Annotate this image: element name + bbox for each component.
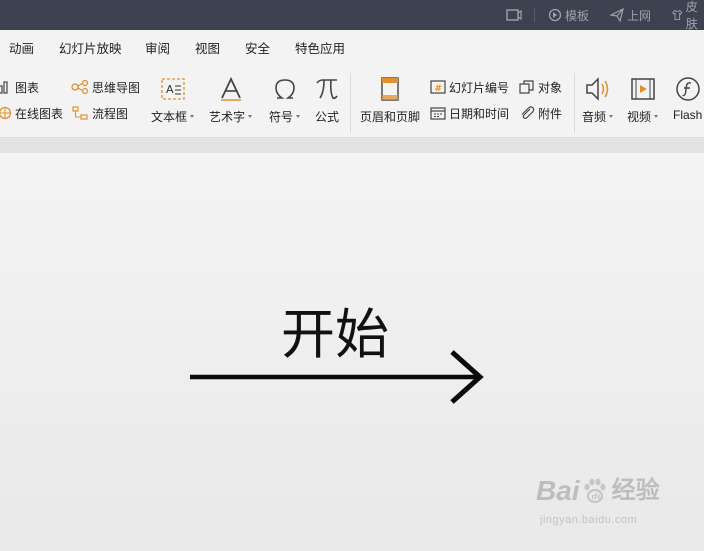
flash-button[interactable]: Flash: [673, 74, 702, 122]
tab-review[interactable]: 审阅: [145, 30, 170, 68]
ribbon-bottom-gap: [0, 139, 704, 153]
flash-label: Flash: [673, 108, 703, 122]
mindmap-label: 思维导图: [92, 80, 141, 95]
flowchart-button[interactable]: 流程图: [71, 103, 128, 123]
slide-number-icon: #: [430, 80, 446, 94]
ribbon-divider: [574, 73, 575, 133]
object-label: 对象: [538, 80, 563, 95]
upload-button[interactable]: 上网: [610, 0, 651, 30]
svg-text:#: #: [435, 84, 443, 94]
formula-label: 公式: [314, 110, 339, 124]
object-button[interactable]: 对象: [519, 77, 562, 97]
paw-logo-icon: du: [583, 478, 606, 504]
textbox-button[interactable]: A 文本框: [151, 74, 195, 125]
svg-text:A: A: [166, 83, 174, 96]
watermark-brand-a: Bai: [536, 475, 580, 506]
watermark-brand-c: 经验: [611, 477, 660, 504]
skin-button[interactable]: 皮肤: [672, 0, 704, 31]
flowchart-label: 流程图: [92, 106, 129, 121]
object-icon: [519, 80, 534, 94]
window-mode-button[interactable]: [506, 0, 525, 30]
paper-plane-icon: [610, 8, 624, 22]
slide-number-label: 幻灯片编号: [449, 80, 510, 95]
online-chart-icon: [0, 106, 12, 120]
textbox-label: 文本框: [151, 110, 188, 124]
video-label: 视频: [627, 110, 652, 124]
tab-slideshow[interactable]: 幻灯片放映: [59, 30, 122, 68]
omega-icon: [274, 79, 295, 99]
attachment-label: 附件: [538, 106, 563, 121]
tab-view[interactable]: 视图: [195, 30, 220, 68]
speaker-icon: [585, 77, 608, 101]
video-icon: [630, 78, 655, 100]
online-chart-button[interactable]: 在线图表: [0, 103, 63, 123]
flowchart-icon: [72, 106, 88, 120]
audio-label: 音频: [582, 110, 607, 124]
chevron-down-icon: [190, 115, 195, 118]
watermark-url: jingyan.baidu.com: [540, 514, 638, 526]
video-button[interactable]: 视频: [627, 74, 659, 125]
online-chart-label: 在线图表: [15, 106, 64, 121]
date-time-button[interactable]: 日期和时间: [430, 103, 509, 123]
pi-icon: [316, 79, 338, 100]
slide-number-button[interactable]: # 幻灯片编号: [430, 77, 509, 97]
tab-special-apps[interactable]: 特色应用: [295, 30, 345, 68]
arrow-shape[interactable]: [188, 350, 488, 406]
mindmap-button[interactable]: 思维导图: [71, 77, 140, 97]
svg-text:du: du: [591, 492, 603, 501]
tab-security[interactable]: 安全: [245, 30, 270, 68]
skin-label: 皮肤: [685, 0, 698, 31]
tab-animation[interactable]: 动画: [9, 30, 34, 68]
chevron-down-icon: [609, 115, 614, 118]
window-mode-icon: [506, 9, 522, 21]
attachment-button[interactable]: 附件: [519, 103, 562, 123]
chart-label: 图表: [15, 80, 40, 95]
chart-button[interactable]: 图表: [0, 77, 39, 97]
template-button[interactable]: 模板: [548, 0, 589, 30]
chevron-down-icon: [248, 115, 253, 118]
ribbon-divider: [350, 73, 351, 133]
menu-bar: 动画 幻灯片放映 审阅 视图 安全 特色应用: [0, 30, 704, 68]
header-footer-icon: [381, 77, 399, 101]
wordart-label: 艺术字: [209, 110, 246, 124]
wordart-button[interactable]: 艺术字: [209, 74, 253, 125]
symbol-button[interactable]: 符号: [269, 74, 301, 125]
formula-button[interactable]: 公式: [314, 74, 340, 125]
chevron-down-icon: [654, 115, 659, 118]
baidu-watermark: Bai du du 经验 jingyan.baidu.com: [536, 474, 660, 526]
template-label: 模板: [565, 8, 590, 23]
chart-icon: [0, 81, 8, 94]
title-bar: 模板 上网 皮肤: [0, 0, 704, 31]
shirt-icon: [672, 9, 683, 21]
symbol-label: 符号: [269, 110, 294, 124]
template-icon: [548, 8, 562, 22]
date-time-label: 日期和时间: [449, 106, 510, 121]
audio-button[interactable]: 音频: [582, 74, 614, 125]
titlebar-divider: [534, 8, 535, 22]
header-footer-button[interactable]: 页眉和页脚: [360, 74, 420, 125]
paperclip-icon: [521, 106, 535, 119]
mindmap-icon: [71, 80, 89, 94]
textbox-icon: A: [160, 78, 185, 100]
header-footer-label: 页眉和页脚: [360, 110, 421, 124]
wordart-icon: [220, 76, 241, 101]
calendar-icon: [430, 107, 446, 120]
flash-icon: [675, 77, 700, 101]
insert-ribbon: 图表 在线图表 思维导图 流程图 A 文本框 艺术字 符号 公式 页眉和页脚 #…: [0, 68, 704, 138]
upload-label: 上网: [627, 8, 652, 23]
chevron-down-icon: [296, 115, 301, 118]
